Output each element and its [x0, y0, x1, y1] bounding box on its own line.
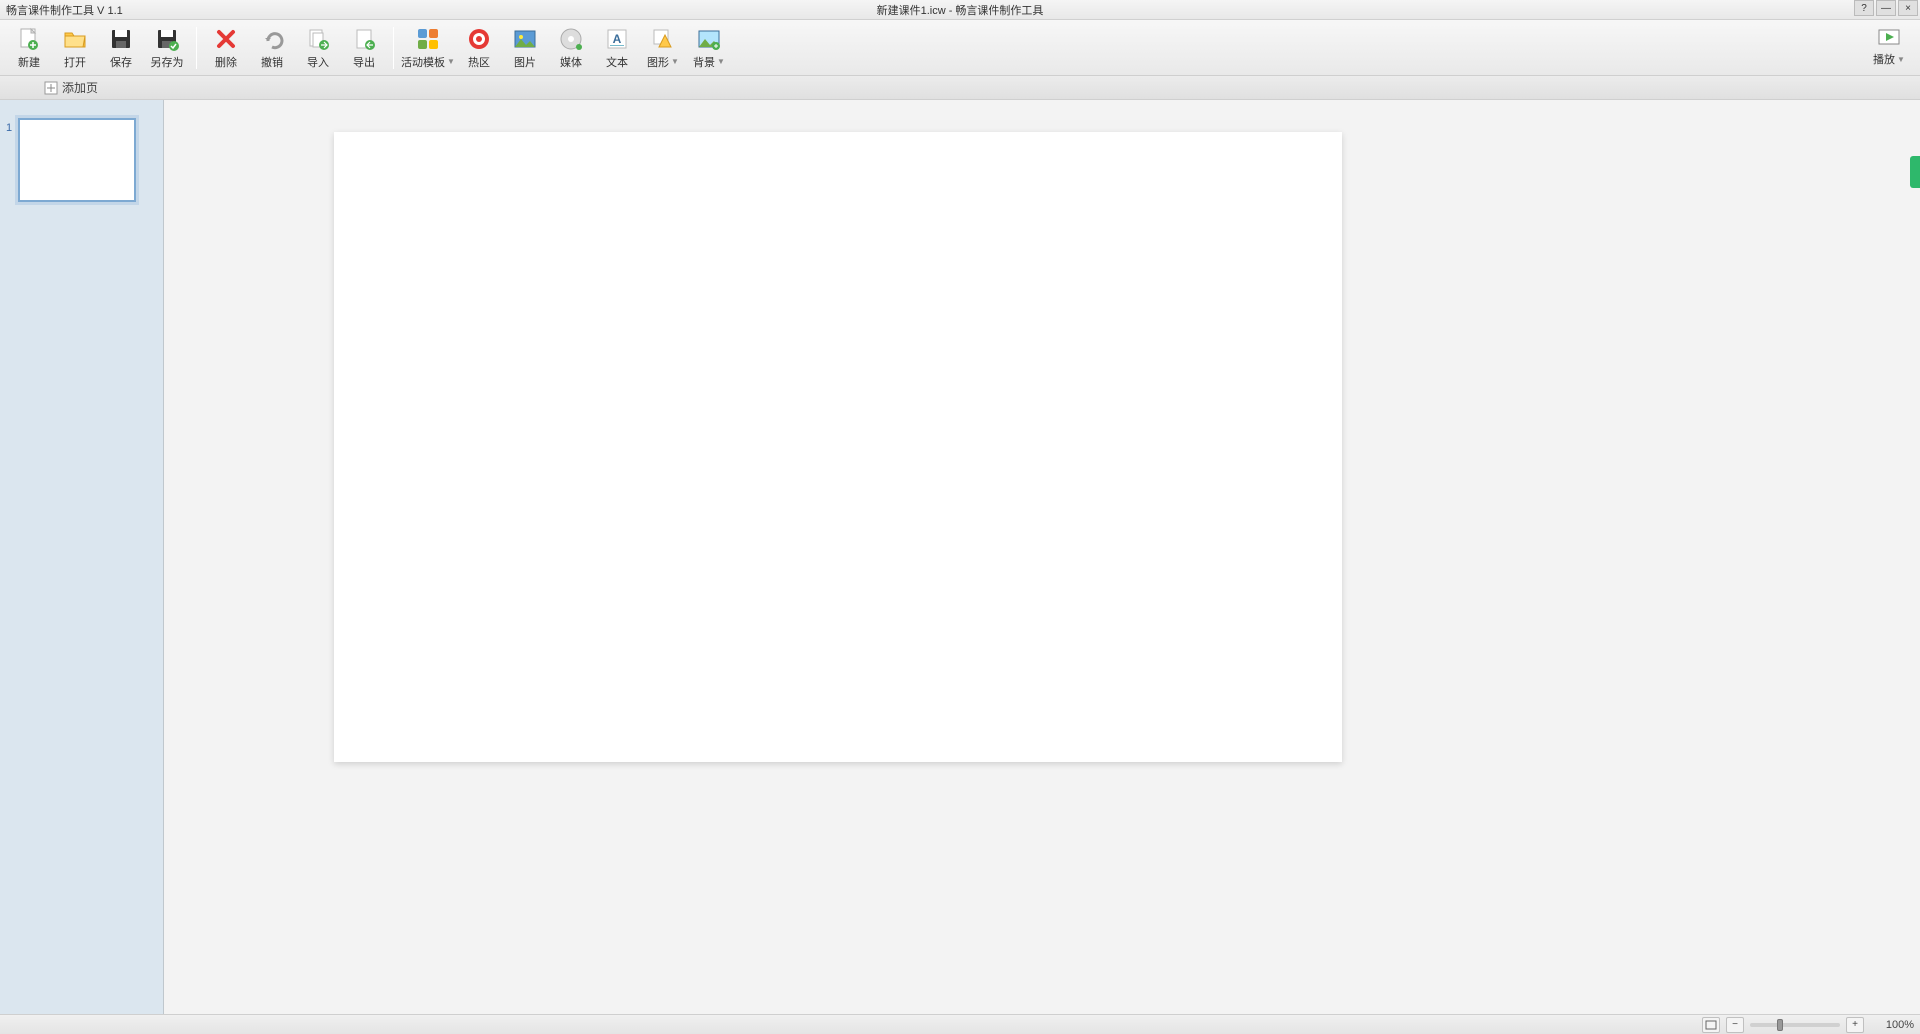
close-button[interactable]: × — [1898, 0, 1918, 16]
toolbar: 新建 打开 保存 另存为 删除 — [0, 20, 1920, 76]
undo-button[interactable]: 撤销 — [249, 23, 295, 73]
save-as-icon — [154, 26, 180, 52]
template-icon — [415, 26, 441, 52]
slide-panel[interactable]: 1 — [0, 100, 164, 1014]
save-label: 保存 — [110, 54, 132, 70]
play-icon — [1877, 28, 1901, 51]
slide-preview[interactable] — [18, 118, 136, 202]
svg-text:A: A — [613, 32, 622, 46]
text-label: 文本 — [606, 54, 628, 70]
undo-label: 撤销 — [261, 54, 283, 70]
save-as-button[interactable]: 另存为 — [144, 23, 190, 73]
zoom-in-button[interactable]: + — [1846, 1017, 1864, 1033]
slide-thumb[interactable]: 1 — [6, 118, 157, 202]
background-icon — [696, 26, 722, 52]
image-button[interactable]: 图片 — [502, 23, 548, 73]
zoom-slider[interactable] — [1750, 1023, 1840, 1027]
export-label: 导出 — [353, 54, 375, 70]
shape-button[interactable]: 图形▼ — [640, 23, 686, 73]
save-as-label: 另存为 — [151, 54, 184, 70]
media-icon — [558, 26, 584, 52]
app-name: 畅言课件制作工具 V 1.1 — [0, 2, 123, 18]
media-button[interactable]: 媒体 — [548, 23, 594, 73]
import-icon — [305, 26, 331, 52]
background-button[interactable]: 背景▼ — [686, 23, 732, 73]
new-label: 新建 — [18, 54, 40, 70]
play-button[interactable]: 播放▼ — [1866, 23, 1912, 73]
text-button[interactable]: A 文本 — [594, 23, 640, 73]
sub-toolbar: 添加页 — [0, 76, 1920, 100]
folder-icon — [62, 26, 88, 52]
save-icon — [108, 26, 134, 52]
toolbar-separator — [393, 27, 394, 69]
import-button[interactable]: 导入 — [295, 23, 341, 73]
background-label: 背景 — [693, 54, 715, 70]
zoom-slider-handle[interactable] — [1777, 1019, 1783, 1031]
zoom-out-button[interactable]: − — [1726, 1017, 1744, 1033]
image-label: 图片 — [514, 54, 536, 70]
document-title: 新建课件1.icw - 畅言课件制作工具 — [877, 2, 1044, 18]
save-button[interactable]: 保存 — [98, 23, 144, 73]
export-icon — [351, 26, 377, 52]
new-file-icon — [16, 26, 42, 52]
export-button[interactable]: 导出 — [341, 23, 387, 73]
hotspot-button[interactable]: 热区 — [456, 23, 502, 73]
add-page-button[interactable]: 添加页 — [62, 79, 98, 96]
statusbar: − + 100% — [0, 1014, 1920, 1034]
window-controls: ? — × — [1854, 0, 1918, 16]
fit-view-button[interactable] — [1702, 1017, 1720, 1033]
delete-button[interactable]: 删除 — [203, 23, 249, 73]
media-label: 媒体 — [560, 54, 582, 70]
slide-number: 1 — [6, 118, 18, 134]
shape-icon — [650, 26, 676, 52]
template-button[interactable]: 活动模板▼ — [400, 23, 456, 73]
add-page-icon — [44, 81, 58, 95]
delete-label: 删除 — [215, 54, 237, 70]
zoom-value: 100% — [1870, 1019, 1914, 1031]
side-handle[interactable] — [1910, 156, 1920, 188]
main-area: 1 — [0, 100, 1920, 1014]
shape-label: 图形 — [647, 54, 669, 70]
minimize-button[interactable]: — — [1876, 0, 1896, 16]
toolbar-separator — [196, 27, 197, 69]
delete-icon — [213, 26, 239, 52]
slide-canvas[interactable] — [334, 132, 1342, 762]
help-button[interactable]: ? — [1854, 0, 1874, 16]
canvas-area[interactable] — [164, 100, 1920, 1014]
new-button[interactable]: 新建 — [6, 23, 52, 73]
image-icon — [512, 26, 538, 52]
undo-icon — [259, 26, 285, 52]
open-button[interactable]: 打开 — [52, 23, 98, 73]
hotspot-icon — [466, 26, 492, 52]
hotspot-label: 热区 — [468, 54, 490, 70]
open-label: 打开 — [64, 54, 86, 70]
titlebar: 畅言课件制作工具 V 1.1 新建课件1.icw - 畅言课件制作工具 ? — … — [0, 0, 1920, 20]
play-label: 播放 — [1873, 51, 1895, 67]
template-label: 活动模板 — [401, 54, 445, 70]
text-icon: A — [604, 26, 630, 52]
import-label: 导入 — [307, 54, 329, 70]
